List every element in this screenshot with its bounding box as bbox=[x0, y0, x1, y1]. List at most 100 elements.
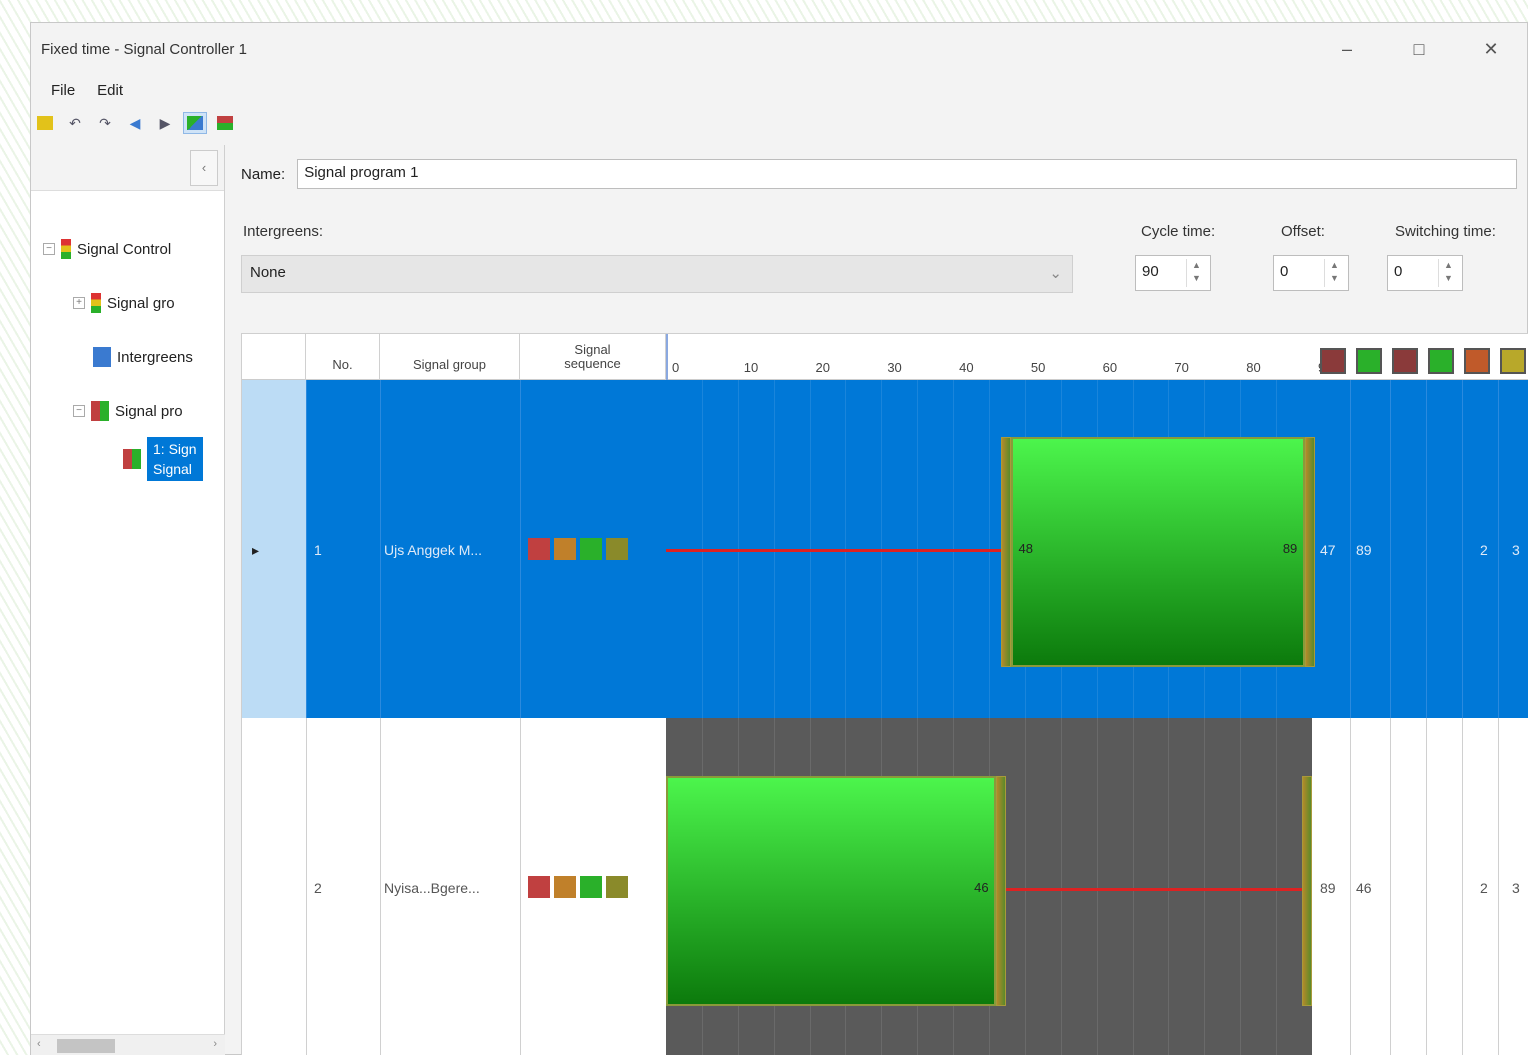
name-input[interactable]: Signal program 1 bbox=[297, 159, 1518, 189]
time-grid-line bbox=[1132, 718, 1134, 1055]
close-button[interactable]: ✕ bbox=[1455, 39, 1527, 60]
state-color-square[interactable] bbox=[1464, 348, 1490, 374]
maximize-button[interactable]: □ bbox=[1383, 39, 1455, 60]
column-divider bbox=[1390, 718, 1391, 1055]
green-end-value[interactable]: 89 bbox=[1356, 542, 1372, 558]
signal-group-name[interactable]: Ujs Anggek M... bbox=[384, 542, 482, 558]
green-end-value[interactable]: 46 bbox=[1356, 880, 1372, 896]
amber-value[interactable]: 3 bbox=[1512, 542, 1520, 558]
minimize-button[interactable]: – bbox=[1311, 39, 1383, 60]
time-grid-line bbox=[1240, 718, 1242, 1055]
column-header-signal-sequence[interactable]: Signal sequence bbox=[520, 334, 666, 380]
column-divider bbox=[1350, 380, 1351, 718]
name-label: Name: bbox=[241, 165, 286, 183]
new-signal-icon[interactable] bbox=[33, 112, 57, 134]
collapse-pane-button[interactable]: ‹ bbox=[190, 149, 218, 186]
view-icon-1[interactable] bbox=[183, 112, 207, 134]
row-marker: ▸ bbox=[252, 542, 260, 558]
signal-sequence-icons[interactable] bbox=[528, 876, 628, 898]
time-tick-label: 80 bbox=[1246, 360, 1261, 375]
time-axis-header: 010203040506070809 bbox=[666, 334, 1325, 380]
name-row: Name: Signal program 1 bbox=[241, 159, 1518, 189]
tree-expander[interactable]: − bbox=[73, 405, 85, 417]
green-start-value[interactable]: 47 bbox=[1320, 542, 1336, 558]
phase-start-handle[interactable] bbox=[1000, 437, 1011, 668]
phase-end-handle[interactable] bbox=[1304, 437, 1315, 668]
column-divider bbox=[306, 380, 307, 718]
time-tick-label: 60 bbox=[1102, 360, 1118, 375]
green-start-value[interactable]: 89 bbox=[1320, 880, 1336, 896]
move-right-icon[interactable]: ▶ bbox=[153, 112, 177, 134]
row-number: 1 bbox=[314, 542, 322, 558]
signal-sequence-icons[interactable] bbox=[528, 538, 628, 560]
tree-label: Intergreens bbox=[117, 348, 193, 366]
column-header-no[interactable]: No. bbox=[306, 334, 380, 380]
tree-label: Signal pro bbox=[115, 402, 183, 420]
spinner-arrows-icon[interactable]: ▲ ▼ bbox=[1324, 259, 1344, 287]
undo-icon[interactable]: ↶ bbox=[63, 112, 87, 134]
redo-icon[interactable]: ↷ bbox=[93, 112, 117, 134]
window-title: Fixed time - Signal Controller 1 bbox=[41, 40, 247, 58]
column-divider bbox=[520, 718, 521, 1055]
amber-state-icon bbox=[606, 538, 628, 560]
column-divider bbox=[1462, 380, 1463, 718]
cycle-time-value: 90 bbox=[1142, 263, 1159, 280]
menu-file[interactable]: File bbox=[51, 82, 75, 99]
tree-item-intergreens[interactable]: Intergreens bbox=[93, 347, 193, 367]
amber-state-icon bbox=[606, 876, 628, 898]
green-phase-bar[interactable] bbox=[666, 775, 997, 1007]
green-state-icon bbox=[580, 876, 602, 898]
menu-edit[interactable]: Edit bbox=[97, 82, 123, 99]
min-value[interactable]: 2 bbox=[1480, 542, 1488, 558]
intergreens-value: None bbox=[250, 264, 286, 281]
state-color-square[interactable] bbox=[1500, 348, 1526, 374]
min-value[interactable]: 2 bbox=[1480, 880, 1488, 896]
spinner-arrows-icon[interactable]: ▲ ▼ bbox=[1438, 259, 1458, 287]
table-row[interactable]: ▸ 1 Ujs Anggek M... 48 89 47 89 2 3 bbox=[242, 380, 1528, 718]
tree-expander[interactable]: + bbox=[73, 297, 85, 309]
view-icon-2[interactable] bbox=[213, 112, 237, 134]
phase-end-handle[interactable] bbox=[996, 775, 1007, 1007]
time-tick-label: 40 bbox=[959, 360, 974, 375]
tree-horizontal-scrollbar[interactable]: ‹ › bbox=[31, 1034, 225, 1055]
spinner-arrows-icon[interactable]: ▲ ▼ bbox=[1186, 259, 1206, 287]
signal-timeline[interactable]: 48 89 bbox=[666, 380, 1315, 718]
signal-program-icon bbox=[91, 401, 109, 421]
tree-expander[interactable]: − bbox=[43, 243, 55, 255]
column-header-signal-group[interactable]: Signal group bbox=[380, 334, 520, 380]
tree-item-program-1[interactable]: 1: Sign Signal bbox=[123, 437, 203, 481]
signal-controller-window: Fixed time - Signal Controller 1 – □ ✕ F… bbox=[30, 22, 1528, 1055]
column-divider bbox=[1350, 718, 1351, 1055]
signal-group-name[interactable]: Nyisa...Bgere... bbox=[384, 880, 480, 896]
row-number: 2 bbox=[314, 880, 322, 896]
tree-label: Signal Control bbox=[77, 240, 172, 258]
state-color-square[interactable] bbox=[1356, 348, 1382, 374]
phase-start-handle[interactable] bbox=[1302, 775, 1312, 1007]
scroll-right-icon[interactable]: › bbox=[213, 1038, 217, 1050]
row-indicator[interactable] bbox=[242, 718, 306, 1055]
time-tick-label: 70 bbox=[1174, 360, 1189, 375]
amber-value[interactable]: 3 bbox=[1512, 880, 1520, 896]
tree-label-2: Signal bbox=[153, 461, 192, 477]
move-left-icon[interactable]: ◀ bbox=[123, 112, 147, 134]
tree-label: Signal gro bbox=[107, 294, 175, 312]
green-phase-bar[interactable] bbox=[1010, 437, 1305, 668]
intergreens-select[interactable]: None ⌄ bbox=[241, 255, 1073, 293]
scroll-left-icon[interactable]: ‹ bbox=[37, 1038, 41, 1050]
scrollbar-thumb[interactable] bbox=[57, 1039, 115, 1053]
cycle-time-spinner[interactable]: 90 ▲ ▼ bbox=[1135, 255, 1211, 291]
tree-item-signal-controller[interactable]: − Signal Control bbox=[43, 239, 171, 259]
state-color-square[interactable] bbox=[1392, 348, 1418, 374]
tree-item-signal-groups[interactable]: + Signal gro bbox=[73, 293, 175, 313]
offset-spinner[interactable]: 0 ▲ ▼ bbox=[1273, 255, 1349, 291]
state-color-square[interactable] bbox=[1428, 348, 1454, 374]
signal-timeline[interactable]: 46 bbox=[666, 718, 1312, 1055]
state-color-square[interactable] bbox=[1320, 348, 1346, 374]
tree-item-signal-programs[interactable]: − Signal pro bbox=[73, 401, 183, 421]
green-start-label: 48 bbox=[1018, 541, 1033, 556]
time-tick-label: 50 bbox=[1030, 360, 1046, 375]
table-row[interactable]: 2 Nyisa...Bgere... 46 89 46 2 3 bbox=[242, 718, 1528, 1055]
switching-time-spinner[interactable]: 0 ▲ ▼ bbox=[1387, 255, 1463, 291]
time-tick-label: 10 bbox=[743, 360, 759, 375]
switching-time-value: 0 bbox=[1394, 263, 1403, 280]
